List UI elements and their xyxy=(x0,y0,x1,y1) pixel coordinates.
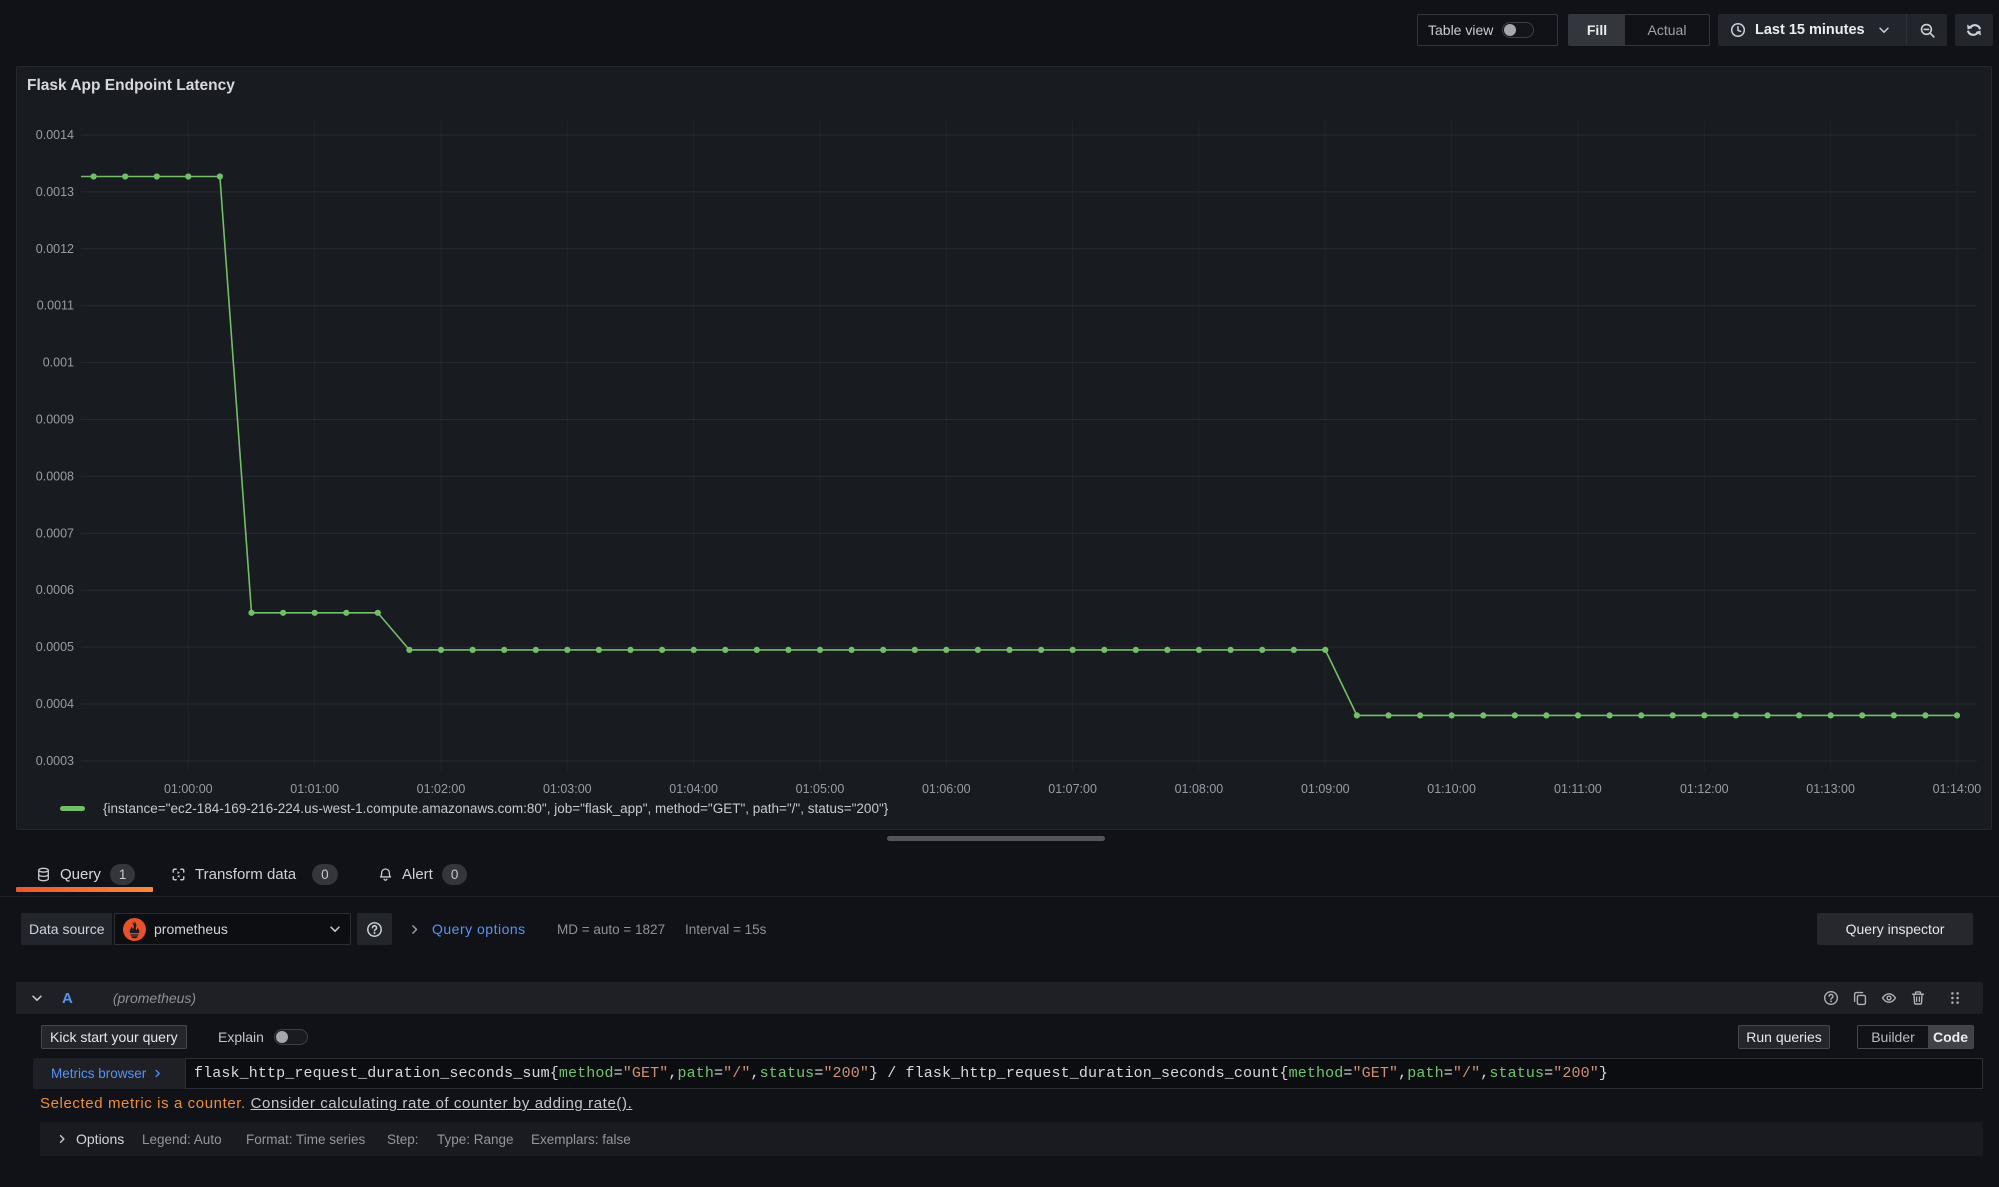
svg-text:01:07:00: 01:07:00 xyxy=(1048,782,1097,796)
svg-text:01:13:00: 01:13:00 xyxy=(1806,782,1855,796)
svg-text:0.0005: 0.0005 xyxy=(36,640,74,654)
svg-text:0.0012: 0.0012 xyxy=(36,242,74,256)
svg-text:0.0009: 0.0009 xyxy=(36,413,74,427)
svg-text:01:14:00: 01:14:00 xyxy=(1933,782,1982,796)
svg-text:0.0008: 0.0008 xyxy=(36,469,74,483)
svg-text:0.0003: 0.0003 xyxy=(36,754,74,768)
svg-text:0.0007: 0.0007 xyxy=(36,526,74,540)
svg-text:0.0006: 0.0006 xyxy=(36,583,74,597)
svg-text:01:02:00: 01:02:00 xyxy=(417,782,466,796)
svg-text:01:10:00: 01:10:00 xyxy=(1427,782,1476,796)
svg-text:0.0014: 0.0014 xyxy=(36,128,74,142)
svg-text:01:09:00: 01:09:00 xyxy=(1301,782,1350,796)
svg-text:01:03:00: 01:03:00 xyxy=(543,782,592,796)
svg-text:01:00:00: 01:00:00 xyxy=(164,782,213,796)
svg-text:01:06:00: 01:06:00 xyxy=(922,782,971,796)
svg-text:0.0004: 0.0004 xyxy=(36,697,74,711)
svg-text:01:12:00: 01:12:00 xyxy=(1680,782,1729,796)
svg-text:01:11:00: 01:11:00 xyxy=(1554,782,1602,796)
svg-text:01:01:00: 01:01:00 xyxy=(290,782,339,796)
svg-text:0.0011: 0.0011 xyxy=(37,299,74,313)
svg-text:01:04:00: 01:04:00 xyxy=(669,782,718,796)
svg-text:0.0013: 0.0013 xyxy=(36,185,74,199)
svg-text:01:08:00: 01:08:00 xyxy=(1175,782,1224,796)
svg-text:01:05:00: 01:05:00 xyxy=(796,782,845,796)
svg-text:0.001: 0.001 xyxy=(43,356,74,370)
